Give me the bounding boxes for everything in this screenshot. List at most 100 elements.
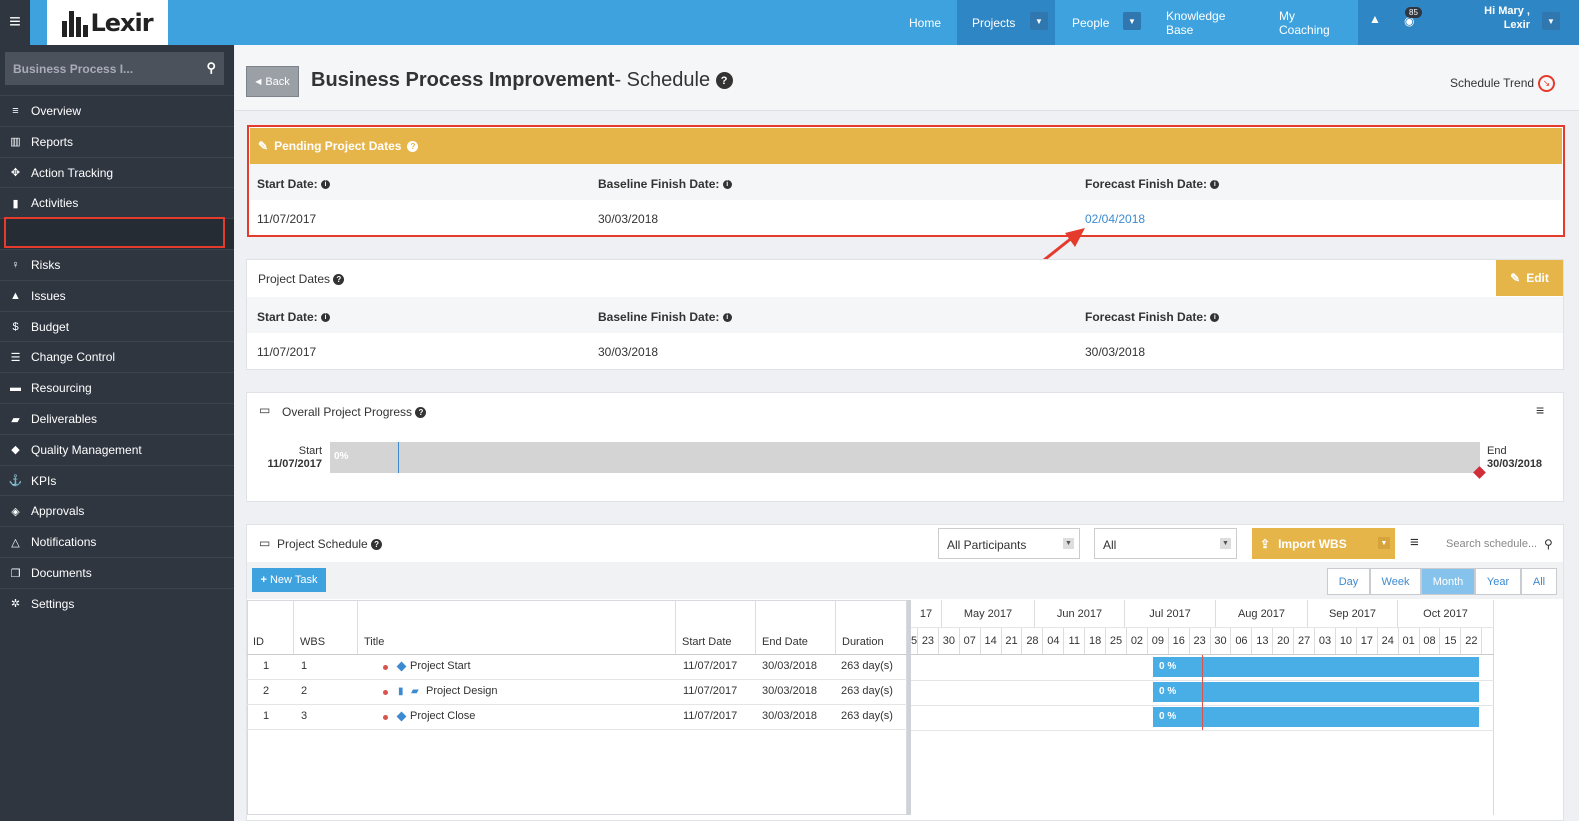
gantt-day: 13 <box>1252 628 1274 654</box>
help-icon[interactable]: ? <box>333 274 345 286</box>
project-search-value: Business Process I... <box>13 62 134 76</box>
nav-projects-label: Projects <box>972 15 1016 30</box>
import-wbs-button[interactable]: ⇪ Import WBS ▼ <box>1252 528 1395 559</box>
nav-my-coaching-label: My Coaching <box>1279 8 1330 37</box>
nav-knowledge-base[interactable]: Knowledge Base <box>1166 0 1246 45</box>
bar-chart-icon: ▥ <box>10 136 21 149</box>
cell-duration: 263 day(s) <box>841 710 893 722</box>
status-dot-icon <box>383 690 388 695</box>
chevron-down-icon[interactable]: ▼ <box>1378 537 1390 549</box>
view-year[interactable]: Year <box>1475 568 1521 595</box>
view-week[interactable]: Week <box>1370 568 1421 595</box>
nav-home[interactable]: Home <box>909 0 941 45</box>
status-dot-icon <box>383 715 388 720</box>
user-greeting[interactable]: Hi Mary , Lexir <box>1470 4 1530 32</box>
cell-start-date: 11/07/2017 <box>683 685 738 697</box>
sidebar-item-activities[interactable]: ▮ Activities <box>0 187 234 218</box>
upload-icon: ⇪ <box>1260 536 1271 551</box>
menu-icon[interactable]: ≡ <box>0 0 30 45</box>
col-id[interactable]: ID <box>247 600 294 654</box>
sidebar-item-issues[interactable]: ▲ Issues <box>0 279 234 311</box>
gantt-day: 20 <box>1273 628 1295 654</box>
gantt-day: 27 <box>1294 628 1316 654</box>
menu-lines-icon[interactable]: ≡ <box>1410 534 1419 551</box>
greeting-org: Lexir <box>1503 19 1530 31</box>
view-all[interactable]: All <box>1521 568 1557 595</box>
sidebar-item-deliverables[interactable]: ▰ Deliverables <box>0 403 234 434</box>
alert-icon[interactable]: ▲ <box>1369 12 1381 26</box>
bell-icon: △ <box>11 536 20 549</box>
sidebar-item-documents[interactable]: ❐ Documents <box>0 557 234 588</box>
sidebar-item-label: KPIs <box>31 473 57 488</box>
overall-progress-title: Overall Project Progress ? <box>282 405 427 419</box>
sidebar-item-resourcing[interactable]: ▬ Resourcing <box>0 372 234 403</box>
cell-end-date: 30/03/2018 <box>762 685 818 697</box>
participants-select[interactable]: All Participants ▼ <box>938 528 1080 559</box>
edit-button[interactable]: ✎ Edit <box>1496 260 1563 296</box>
back-button[interactable]: ◀ Back <box>246 66 299 97</box>
sidebar-item-label: Overview <box>31 104 82 118</box>
gantt-day: 30 <box>1211 628 1232 654</box>
schedule-search-placeholder: Search schedule... <box>1446 538 1538 550</box>
sidebar-item-label: Documents <box>31 566 92 580</box>
sidebar-item-notifications[interactable]: △ Notifications <box>0 526 234 557</box>
search-icon[interactable]: ⚲ <box>206 60 216 76</box>
sidebar-item-label: Quality Management <box>31 442 142 457</box>
gantt-day: 18 <box>1085 628 1107 654</box>
help-icon[interactable]: ? <box>715 72 733 90</box>
view-day[interactable]: Day <box>1327 568 1370 595</box>
nav-my-coaching[interactable]: My Coaching <box>1279 0 1343 45</box>
trend-down-icon[interactable]: ↘ <box>1538 75 1555 92</box>
people-dropdown-icon[interactable]: ▼ <box>1123 12 1141 30</box>
user-dropdown-icon[interactable]: ▼ <box>1542 12 1560 30</box>
help-icon[interactable]: ? <box>415 407 427 419</box>
sidebar-item-quality-management[interactable]: ◆ Quality Management <box>0 433 234 465</box>
gears-icon: ✲ <box>10 598 21 611</box>
col-end-date[interactable]: End Date <box>756 600 836 654</box>
info-icon[interactable]: i <box>722 313 732 323</box>
project-dates-labels-row <box>247 297 1563 333</box>
tag-icon: ◆ <box>11 444 20 457</box>
view-month[interactable]: Month <box>1421 568 1475 595</box>
lexir-logo[interactable]: Lexir <box>47 0 168 45</box>
gantt-month: Oct 2017 <box>1398 600 1494 627</box>
sidebar-item-action-tracking[interactable]: ✥ Action Tracking <box>0 156 234 188</box>
edit-label: Edit <box>1526 271 1549 285</box>
sidebar-item-label: Issues <box>31 288 66 303</box>
gantt-day: 21 <box>1002 628 1023 654</box>
sidebar-item-approvals[interactable]: ◈ Approvals <box>0 495 234 526</box>
menu-lines-icon[interactable]: ≡ <box>1536 402 1544 418</box>
col-wbs[interactable]: WBS <box>294 600 358 654</box>
sidebar-item-kpis[interactable]: ⚓ KPIs <box>0 464 234 496</box>
sidebar-item-settings[interactable]: ✲ Settings <box>0 587 234 619</box>
schedule-trend-label[interactable]: Schedule Trend <box>1450 76 1534 90</box>
info-icon[interactable]: i <box>1210 313 1220 323</box>
sidebar-item-reports[interactable]: ▥ Reports <box>0 125 234 157</box>
cell-end-date: 30/03/2018 <box>762 660 818 672</box>
lines-icon: ☰ <box>10 351 21 364</box>
bookmark-icon: ▮ <box>12 197 19 210</box>
filter-select[interactable]: All ▼ <box>1094 528 1237 559</box>
projects-dropdown-icon[interactable]: ▼ <box>1030 12 1048 30</box>
sidebar-item-label: Budget <box>31 319 70 334</box>
nav-people[interactable]: People <box>1072 0 1109 45</box>
gantt-month: Jun 2017 <box>1035 600 1125 627</box>
calendar-icon: ▭ <box>259 536 271 550</box>
info-icon[interactable]: i <box>321 313 331 323</box>
new-task-button[interactable]: + New Task <box>252 568 326 592</box>
project-search-input[interactable]: Business Process I... ⚲ <box>5 52 224 85</box>
col-start-date[interactable]: Start Date <box>676 600 756 654</box>
progress-start: Start 11/07/2017 <box>264 445 322 471</box>
col-duration[interactable]: Duration <box>836 600 907 654</box>
sidebar-item-budget[interactable]: $ Budget <box>0 310 234 342</box>
sidebar-item-risks[interactable]: ♀ Risks <box>0 249 234 280</box>
help-icon[interactable]: ? <box>371 539 383 551</box>
logo-text: Lexir <box>90 8 153 37</box>
gantt-day: 24 <box>1378 628 1399 654</box>
col-title[interactable]: Title <box>358 600 676 654</box>
cell-wbs: 1 <box>301 660 308 672</box>
search-icon[interactable]: ⚲ <box>1544 537 1553 551</box>
sidebar-item-overview[interactable]: ≡ Overview <box>0 95 234 126</box>
sidebar-item-change-control[interactable]: ☰ Change Control <box>0 341 234 372</box>
forecast-finish-value: 30/03/2018 <box>1085 345 1146 359</box>
